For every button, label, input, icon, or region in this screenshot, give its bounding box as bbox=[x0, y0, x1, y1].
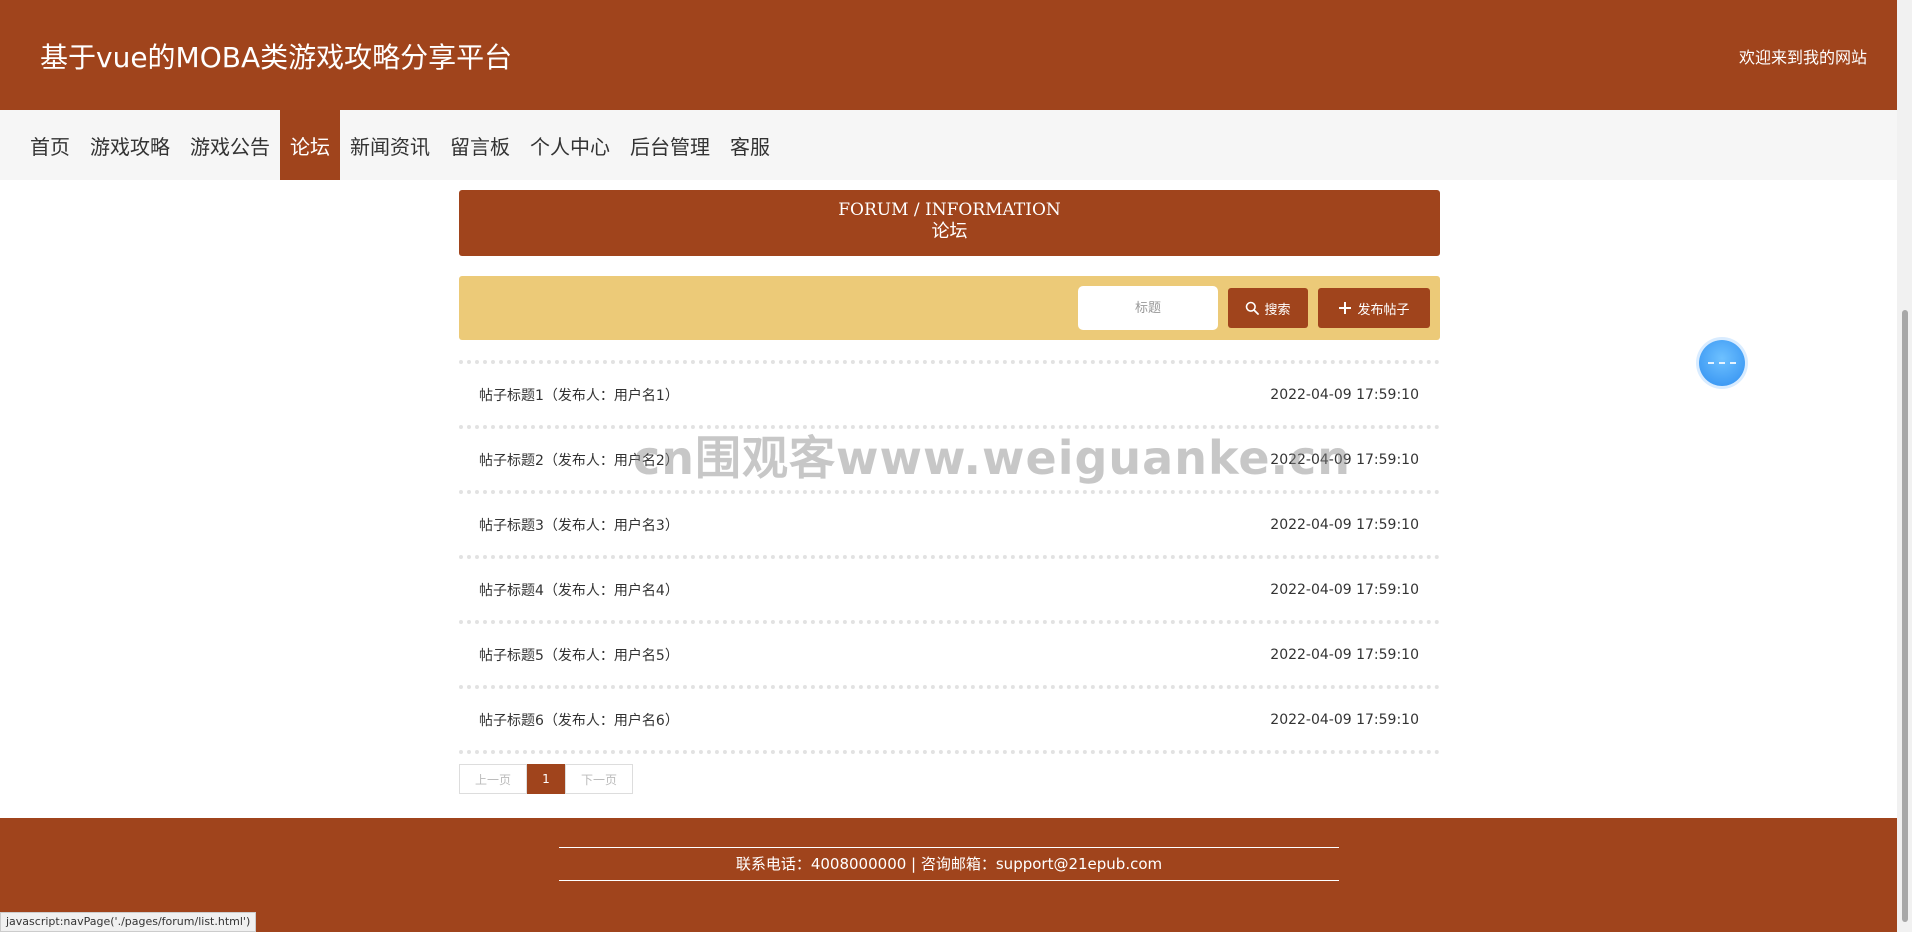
nav-item-personal-center[interactable]: 个人中心 bbox=[520, 110, 620, 180]
nav-item-forum[interactable]: 论坛 bbox=[280, 110, 340, 180]
next-page-button[interactable]: 下一页 bbox=[565, 764, 633, 794]
top-header: 基于vue的MOBA类游戏攻略分享平台 欢迎来到我的网站 bbox=[0, 0, 1897, 110]
page-number-current[interactable]: 1 bbox=[527, 764, 565, 794]
main-content: FORUM / INFORMATION 论坛 搜索 发布帖子 帖子标题1（发布人… bbox=[459, 190, 1440, 794]
page: 基于vue的MOBA类游戏攻略分享平台 欢迎来到我的网站 首页 游戏攻略 游戏公… bbox=[0, 0, 1912, 932]
post-list: 帖子标题1（发布人：用户名1） 2022-04-09 17:59:10 帖子标题… bbox=[459, 360, 1440, 754]
footer: 联系电话：4008000000 | 咨询邮箱：support@21epub.co… bbox=[0, 818, 1897, 932]
main-nav: 首页 游戏攻略 游戏公告 论坛 新闻资讯 留言板 个人中心 后台管理 客服 bbox=[0, 110, 1897, 180]
publish-post-button[interactable]: 发布帖子 bbox=[1318, 288, 1430, 328]
post-row[interactable]: 帖子标题4（发布人：用户名4） 2022-04-09 17:59:10 bbox=[459, 555, 1440, 620]
post-row[interactable]: 帖子标题1（发布人：用户名1） 2022-04-09 17:59:10 bbox=[459, 360, 1440, 425]
post-title: 帖子标题3（发布人：用户名3） bbox=[479, 517, 679, 534]
search-icon bbox=[1246, 301, 1260, 315]
publish-post-label: 发布帖子 bbox=[1357, 302, 1410, 318]
post-row[interactable]: 帖子标题2（发布人：用户名2） 2022-04-09 17:59:10 bbox=[459, 425, 1440, 490]
search-button-label: 搜索 bbox=[1264, 302, 1291, 318]
footer-divider bbox=[559, 847, 1339, 848]
section-title-en: FORUM / INFORMATION bbox=[838, 200, 1061, 220]
nav-item-game-announcements[interactable]: 游戏公告 bbox=[180, 110, 280, 180]
floating-chat-button[interactable] bbox=[1699, 340, 1745, 386]
welcome-text: 欢迎来到我的网站 bbox=[1738, 48, 1867, 67]
nav-item-news[interactable]: 新闻资讯 bbox=[340, 110, 440, 180]
scrollbar-thumb[interactable] bbox=[1902, 310, 1908, 922]
section-title-cn: 论坛 bbox=[931, 221, 968, 242]
post-time: 2022-04-09 17:59:10 bbox=[1270, 646, 1419, 663]
post-title: 帖子标题1（发布人：用户名1） bbox=[479, 387, 679, 404]
section-title-banner: FORUM / INFORMATION 论坛 bbox=[459, 190, 1440, 256]
plus-icon bbox=[1339, 302, 1352, 314]
footer-divider bbox=[559, 880, 1339, 881]
site-title: 基于vue的MOBA类游戏攻略分享平台 bbox=[40, 41, 513, 74]
post-row[interactable]: 帖子标题3（发布人：用户名3） 2022-04-09 17:59:10 bbox=[459, 490, 1440, 555]
nav-item-customer-service[interactable]: 客服 bbox=[720, 110, 780, 180]
search-bar: 搜索 发布帖子 bbox=[459, 276, 1440, 340]
page-scrollbar[interactable] bbox=[1897, 0, 1912, 932]
pagination: 上一页 1 下一页 bbox=[459, 764, 1440, 794]
post-time: 2022-04-09 17:59:10 bbox=[1270, 451, 1419, 468]
nav-item-home[interactable]: 首页 bbox=[20, 110, 80, 180]
post-title: 帖子标题2（发布人：用户名2） bbox=[479, 452, 679, 469]
title-search-input[interactable] bbox=[1078, 286, 1218, 330]
chat-icon bbox=[1708, 362, 1736, 364]
status-bar-link: javascript:navPage('./pages/forum/list.h… bbox=[0, 912, 257, 932]
post-time: 2022-04-09 17:59:10 bbox=[1270, 516, 1419, 533]
post-title: 帖子标题6（发布人：用户名6） bbox=[479, 712, 679, 729]
post-row[interactable]: 帖子标题6（发布人：用户名6） 2022-04-09 17:59:10 bbox=[459, 685, 1440, 750]
prev-page-button[interactable]: 上一页 bbox=[459, 764, 527, 794]
nav-item-message-board[interactable]: 留言板 bbox=[440, 110, 520, 180]
post-time: 2022-04-09 17:59:10 bbox=[1270, 581, 1419, 598]
post-time: 2022-04-09 17:59:10 bbox=[1270, 711, 1419, 728]
nav-item-admin[interactable]: 后台管理 bbox=[620, 110, 720, 180]
post-time: 2022-04-09 17:59:10 bbox=[1270, 386, 1419, 403]
post-title: 帖子标题4（发布人：用户名4） bbox=[479, 582, 679, 599]
post-title: 帖子标题5（发布人：用户名5） bbox=[479, 647, 679, 664]
nav-item-game-guides[interactable]: 游戏攻略 bbox=[80, 110, 180, 180]
footer-contact: 联系电话：4008000000 | 咨询邮箱：support@21epub.co… bbox=[735, 855, 1163, 873]
search-button[interactable]: 搜索 bbox=[1228, 288, 1308, 328]
post-list-divider bbox=[459, 750, 1440, 754]
post-row[interactable]: 帖子标题5（发布人：用户名5） 2022-04-09 17:59:10 bbox=[459, 620, 1440, 685]
